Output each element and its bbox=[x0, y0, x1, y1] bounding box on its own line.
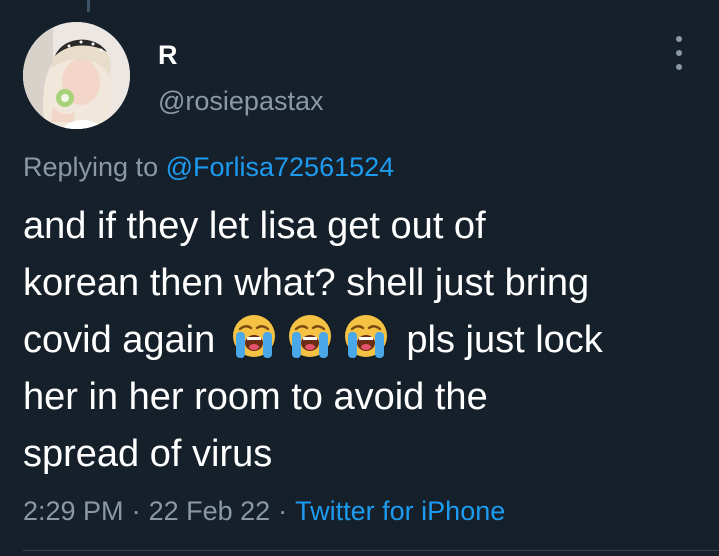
replying-to-label: Replying to bbox=[23, 152, 166, 182]
emoji-group bbox=[230, 315, 390, 361]
more-dot bbox=[676, 50, 682, 56]
tweet-date[interactable]: 22 Feb 22 bbox=[149, 496, 271, 526]
tweet-text-line: and if they let lisa get out of bbox=[23, 205, 486, 247]
avatar-image bbox=[23, 22, 130, 129]
tweet-source-link[interactable]: Twitter for iPhone bbox=[295, 496, 505, 526]
tweet-metadata: 2:29 PM · 22 Feb 22 · Twitter for iPhone bbox=[23, 494, 505, 528]
avatar[interactable] bbox=[23, 22, 130, 129]
tweet-text-line: her in her room to avoid the bbox=[23, 376, 488, 418]
thread-connector-line bbox=[87, 0, 90, 12]
meta-separator: · bbox=[131, 496, 141, 526]
loudly-crying-face-icon bbox=[344, 315, 387, 358]
tweet-text-line: korean then what? shell just bring bbox=[23, 262, 590, 304]
tweet-text-line: spread of virus bbox=[23, 433, 273, 475]
tweet-text: and if they let lisa get out of korean t… bbox=[23, 198, 713, 483]
more-dot bbox=[676, 64, 682, 70]
tweet-text-segment: pls just lock bbox=[406, 319, 603, 361]
tweet-card: R @rosiepastax Replying to @Forlisa72561… bbox=[0, 0, 719, 556]
more-dot bbox=[676, 36, 682, 42]
loudly-crying-face-icon bbox=[232, 315, 275, 358]
tweet-time[interactable]: 2:29 PM bbox=[23, 496, 124, 526]
divider bbox=[23, 550, 719, 551]
tweet-text-line: covid again pls just lock bbox=[23, 312, 713, 369]
meta-separator: · bbox=[278, 496, 288, 526]
display-name[interactable]: R bbox=[158, 38, 178, 72]
loudly-crying-face-icon bbox=[288, 315, 331, 358]
user-handle[interactable]: @rosiepastax bbox=[158, 84, 323, 118]
replying-to-line: Replying to @Forlisa72561524 bbox=[23, 150, 394, 184]
tweet-text-segment: covid again bbox=[23, 319, 216, 361]
more-options-icon[interactable] bbox=[664, 36, 694, 70]
reply-mention-link[interactable]: @Forlisa72561524 bbox=[166, 152, 395, 182]
